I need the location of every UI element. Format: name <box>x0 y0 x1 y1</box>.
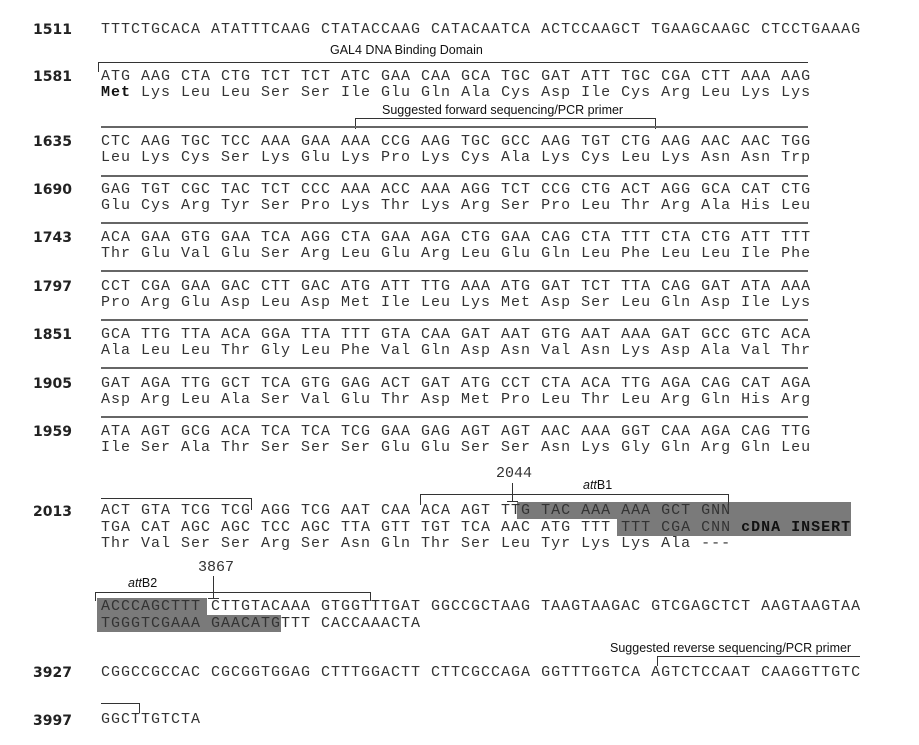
position-number: 1959 <box>33 424 72 440</box>
position-number: 1635 <box>33 134 72 150</box>
complement-sequence: TGA CAT AGC AGC TCC AGC TTA GTT TGT TCA … <box>101 520 851 536</box>
reverse-primer-bracket <box>657 656 860 657</box>
complement-strand: TGA CAT AGC AGC TCC AGC TTA GTT TGT TCA … <box>101 519 742 536</box>
protein-sequence: Glu Cys Arg Tyr Ser Pro Lys Thr Lys Arg … <box>101 197 812 214</box>
protein-sequence: Pro Arg Glu Asp Leu Asp Met Ile Leu Lys … <box>101 294 812 311</box>
gal4-bracket-tick <box>98 62 99 72</box>
dna-sequence: CGGCCGCCAC CGCGGTGGAG CTTTGGACTT CTTCGCC… <box>101 664 862 681</box>
protein-sequence: Ala Leu Leu Thr Gly Leu Phe Val Gln Asp … <box>101 342 812 359</box>
sequence-map: 1511 TTTCTGCACA ATATTTCAAG CTATACCAAG CA… <box>0 0 919 745</box>
gal4-bracket <box>98 62 808 63</box>
gal4-label: GAL4 DNA Binding Domain <box>330 43 483 57</box>
separator <box>101 126 808 128</box>
protein-sequence: Asp Arg Leu Ala Ser Val Glu Thr Asp Met … <box>101 391 812 408</box>
attb2-rest: B2 <box>141 576 158 590</box>
attb2-italic: att <box>128 576 142 590</box>
position-3867-marker <box>213 576 214 598</box>
attb2-bracket <box>95 592 371 593</box>
separator <box>101 416 808 418</box>
position-2044-marker <box>512 483 513 501</box>
start-codon-met: Met <box>101 84 132 101</box>
protein-sequence: Met Lys Leu Leu Ser Ser Ile Glu Gln Ala … <box>101 85 811 101</box>
attb1-italic: att <box>583 478 597 492</box>
dna-sequence: ACT GTA TCG TCG AGG TCG AAT CAA ACA AGT … <box>101 502 732 519</box>
dna-sequence: TTTCTGCACA ATATTTCAAG CTATACCAAG CATACAA… <box>101 21 862 38</box>
gal4-end-bracket <box>101 498 252 499</box>
dna-sequence: ATA AGT GCG ACA TCA TCA TCG GAA GAG AGT … <box>101 423 812 440</box>
separator <box>101 222 808 224</box>
dna-sequence: ACCCAGCTTT CTTGTACAAA GTGGTTTGAT GGCCGCT… <box>101 598 862 615</box>
position-number: 1905 <box>33 376 72 392</box>
position-number: 1690 <box>33 182 72 198</box>
protein-sequence: Leu Lys Cys Ser Lys Glu Lys Pro Lys Cys … <box>101 149 812 166</box>
forward-primer-label: Suggested forward sequencing/PCR primer <box>382 103 624 117</box>
position-number: 1797 <box>33 279 72 295</box>
position-number: 1743 <box>33 230 72 246</box>
attb1-label: attB1 <box>583 478 612 492</box>
position-number: 1581 <box>33 69 72 85</box>
protein-rest: Lys Leu Leu Ser Ser Ile Glu Gln Ala Cys … <box>131 84 812 101</box>
dna-sequence: ACA GAA GTG GAA TCA AGG CTA GAA AGA CTG … <box>101 229 812 246</box>
dna-sequence: ATG AAG CTA CTG TCT TCT ATC GAA CAA GCA … <box>101 68 812 85</box>
dna-sequence: CTC AAG TGC TCC AAA GAA AAA CCG AAG TGC … <box>101 133 812 150</box>
dna-sequence: GGCTTGTCTA <box>101 711 202 728</box>
dna-sequence: GAG TGT CGC TAC TCT CCC AAA ACC AAA AGG … <box>101 181 812 198</box>
protein-sequence: Thr Glu Val Glu Ser Arg Leu Glu Arg Leu … <box>101 245 812 262</box>
complement-sequence: TGGGTCGAAA GAACATGTTT CACCAAACTA <box>101 615 422 632</box>
position-number: 1851 <box>33 327 72 343</box>
separator <box>101 175 808 177</box>
protein-sequence: Thr Val Ser Ser Arg Ser Asn Gln Thr Ser … <box>101 535 732 552</box>
protein-sequence: Ile Ser Ala Thr Ser Ser Ser Glu Glu Ser … <box>101 439 812 456</box>
dna-sequence: GCA TTG TTA ACA GGA TTA TTT GTA CAA GAT … <box>101 326 812 343</box>
reverse-primer-end-bracket <box>101 703 139 704</box>
cdna-insert-label: cDNA INSERT <box>741 519 852 536</box>
separator <box>101 367 808 369</box>
attb2-tick-left <box>95 592 96 601</box>
separator <box>101 319 808 321</box>
position-3867-label: 3867 <box>198 559 235 576</box>
dna-sequence: GAT AGA TTG GCT TCA GTG GAG ACT GAT ATG … <box>101 375 812 392</box>
position-number: 3997 <box>33 713 72 729</box>
position-number: 3927 <box>33 665 72 681</box>
attb2-label: attB2 <box>128 576 157 590</box>
separator <box>101 270 808 272</box>
attb1-bracket <box>420 494 728 495</box>
attb1-rest: B1 <box>596 478 613 492</box>
forward-primer-bracket <box>355 118 655 119</box>
position-number: 1511 <box>33 22 72 38</box>
position-number: 2013 <box>33 504 72 520</box>
reverse-primer-label: Suggested reverse sequencing/PCR primer <box>610 641 852 655</box>
position-2044-label: 2044 <box>496 465 533 482</box>
dna-sequence: CCT CGA GAA GAC CTT GAC ATG ATT TTG AAA … <box>101 278 812 295</box>
